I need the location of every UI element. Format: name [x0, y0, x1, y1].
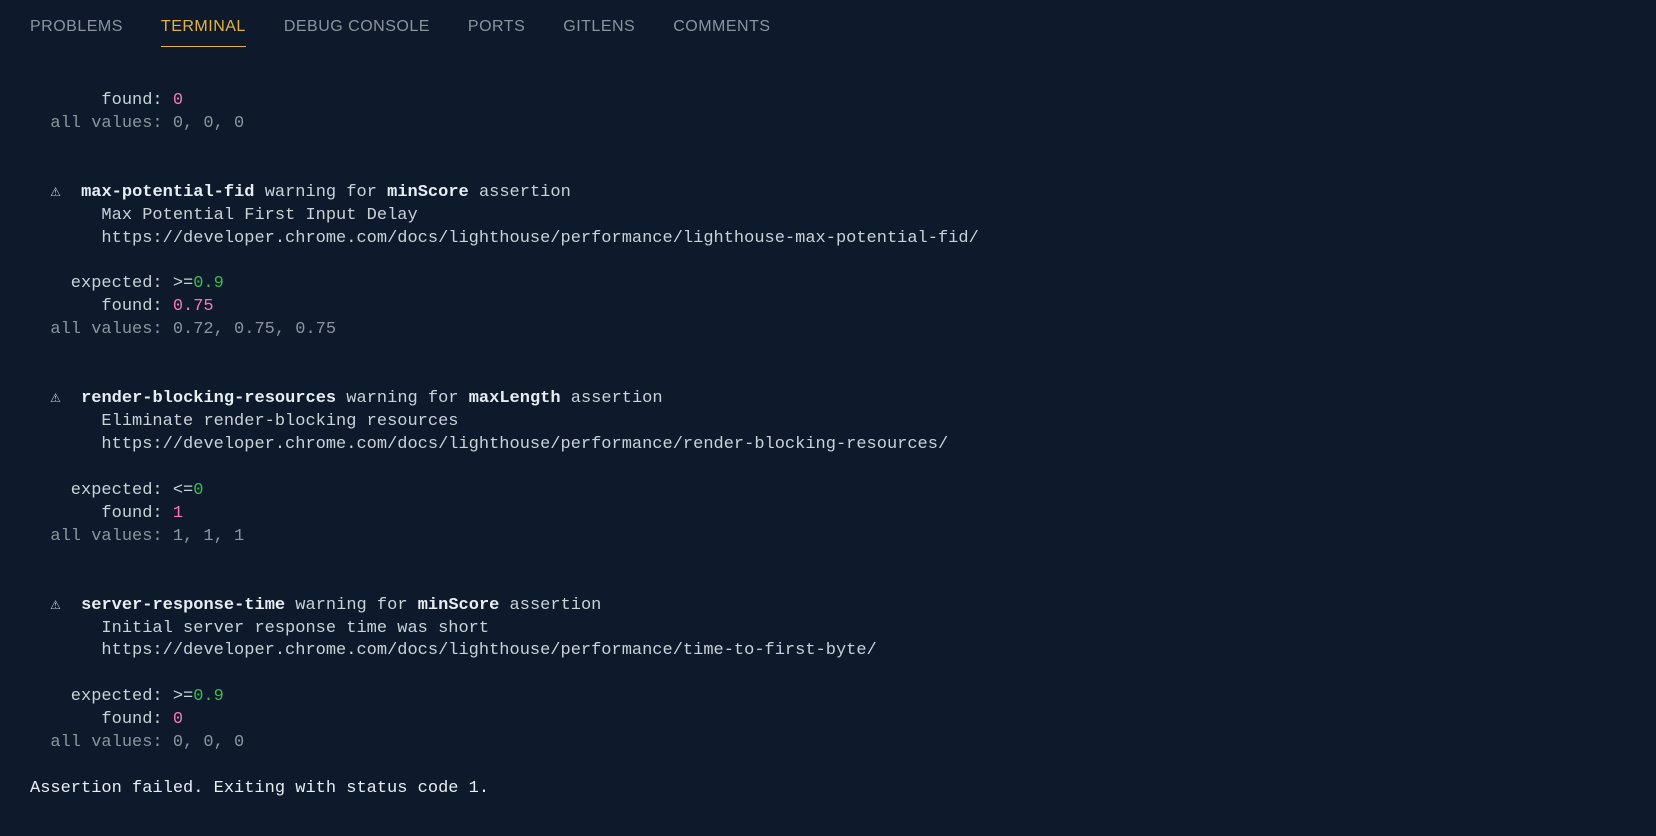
expected-value: 0	[193, 481, 203, 500]
audit-name: max-potential-fid	[81, 183, 254, 202]
expected-label: expected:	[30, 274, 173, 293]
allvalues-value: 0.72, 0.75, 0.75	[173, 320, 336, 339]
found-label: found:	[30, 297, 173, 316]
found-label: found:	[30, 504, 173, 523]
tab-gitlens[interactable]: GITLENS	[563, 12, 635, 47]
metric-name: minScore	[418, 596, 500, 615]
tab-ports[interactable]: PORTS	[468, 12, 525, 47]
found-value: 1	[173, 504, 183, 523]
expected-op: >=	[173, 687, 193, 706]
found-value: 0	[173, 91, 183, 110]
audit-name: render-blocking-resources	[81, 389, 336, 408]
warning-tail: assertion	[469, 183, 571, 202]
tab-problems[interactable]: PROBLEMS	[30, 12, 123, 47]
warning-tail: assertion	[561, 389, 663, 408]
expected-op: <=	[173, 481, 193, 500]
warning-mid: warning for	[336, 389, 469, 408]
metric-name: maxLength	[469, 389, 561, 408]
tab-debug-console[interactable]: DEBUG CONSOLE	[284, 12, 430, 47]
metric-name: minScore	[387, 183, 469, 202]
audit-description: Initial server response time was short	[101, 619, 489, 638]
expected-value: 0.9	[193, 687, 224, 706]
audit-url: https://developer.chrome.com/docs/lighth…	[101, 435, 948, 454]
warning-mid: warning for	[285, 596, 418, 615]
allvalues-label: all values:	[30, 733, 173, 752]
tab-comments[interactable]: COMMENTS	[673, 12, 770, 47]
allvalues-value: 0, 0, 0	[173, 733, 244, 752]
allvalues-label: all values:	[30, 114, 173, 133]
terminal-output[interactable]: found: 0 all values: 0, 0, 0 ⚠ max-poten…	[0, 47, 1656, 811]
warning-icon: ⚠	[50, 389, 60, 408]
audit-description: Eliminate render-blocking resources	[101, 412, 458, 431]
found-label: found:	[30, 710, 173, 729]
tab-terminal[interactable]: TERMINAL	[161, 12, 246, 47]
audit-description: Max Potential First Input Delay	[101, 206, 417, 225]
found-value: 0	[173, 710, 183, 729]
expected-value: 0.9	[193, 274, 224, 293]
allvalues-value: 0, 0, 0	[173, 114, 244, 133]
allvalues-label: all values:	[30, 320, 173, 339]
audit-url: https://developer.chrome.com/docs/lighth…	[101, 229, 978, 248]
expected-label: expected:	[30, 481, 173, 500]
assertion-footer: Assertion failed. Exiting with status co…	[30, 779, 489, 798]
panel-tabs: PROBLEMS TERMINAL DEBUG CONSOLE PORTS GI…	[0, 0, 1656, 47]
audit-url: https://developer.chrome.com/docs/lighth…	[101, 641, 876, 660]
audit-name: server-response-time	[81, 596, 285, 615]
allvalues-label: all values:	[30, 527, 173, 546]
found-label: found:	[30, 91, 173, 110]
found-value: 0.75	[173, 297, 214, 316]
warning-tail: assertion	[499, 596, 601, 615]
warning-mid: warning for	[255, 183, 388, 202]
expected-label: expected:	[30, 687, 173, 706]
warning-icon: ⚠	[50, 183, 60, 202]
expected-op: >=	[173, 274, 193, 293]
allvalues-value: 1, 1, 1	[173, 527, 244, 546]
warning-icon: ⚠	[50, 596, 60, 615]
